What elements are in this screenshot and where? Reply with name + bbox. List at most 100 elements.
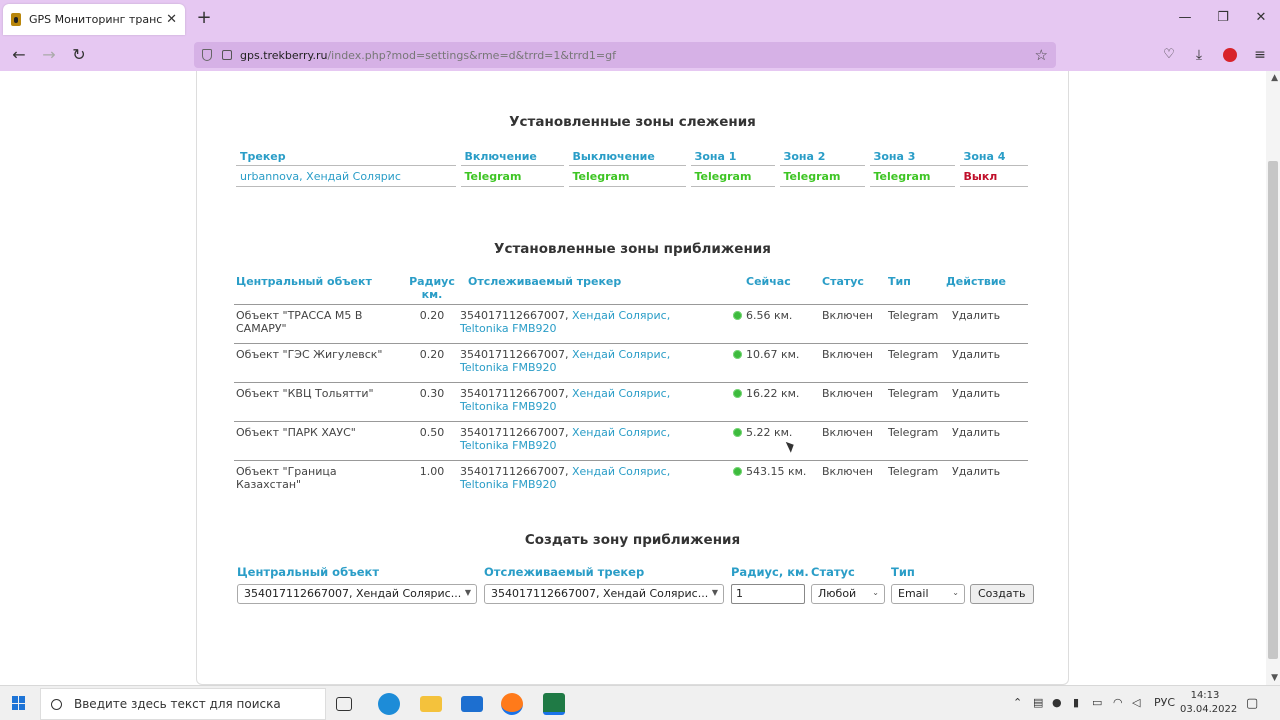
- table-header-row: Центральный объект Радиус км. Отслеживае…: [234, 273, 1028, 305]
- model-link[interactable]: Teltonika FMB920: [460, 439, 557, 452]
- now-cell: 6.56 км.: [744, 304, 820, 344]
- model-link[interactable]: Teltonika FMB920: [460, 361, 557, 374]
- zone4-link[interactable]: Выкл: [954, 165, 1028, 187]
- url-text[interactable]: gps.trekberry.ru/index.php?mod=settings&…: [240, 49, 1035, 62]
- col-zone3: Зона 3: [864, 147, 957, 166]
- car-link[interactable]: Хендай Солярис,: [572, 465, 670, 478]
- model-link[interactable]: Teltonika FMB920: [460, 400, 557, 413]
- proximity-zones-table: Центральный объект Радиус км. Отслеживае…: [234, 273, 1028, 500]
- tracker-label: Отслеживаемый трекер: [484, 565, 645, 579]
- menu-icon[interactable]: ≡: [1247, 42, 1273, 68]
- downloads-icon[interactable]: ⤓: [1186, 42, 1212, 68]
- battery-icon[interactable]: ▭: [1092, 696, 1102, 709]
- tracking-zones-title: Установленные зоны слежения: [509, 114, 756, 130]
- url-path: /index.php?mod=settings&rme=d&trrd=1&trr…: [327, 48, 616, 62]
- new-tab-button[interactable]: +: [194, 6, 214, 30]
- tracker-car-link[interactable]: Хендай Солярис: [306, 170, 401, 183]
- clock-time: 14:13: [1190, 690, 1220, 701]
- site-favicon-icon: [11, 13, 21, 26]
- search-icon: [51, 698, 62, 710]
- delete-link[interactable]: Удалить: [944, 421, 1028, 461]
- status-dot-icon: [733, 311, 742, 320]
- tracker-cell: 354017112667007, Хендай Солярис, Teltoni…: [458, 343, 744, 383]
- car-link[interactable]: Хендай Солярис,: [572, 309, 670, 322]
- page-scrollbar[interactable]: ▲ ▼: [1266, 71, 1280, 685]
- zone1-link[interactable]: Telegram: [685, 165, 777, 187]
- zone2-link[interactable]: Telegram: [774, 165, 867, 187]
- excel-icon[interactable]: [543, 693, 565, 715]
- shield-icon[interactable]: [202, 49, 212, 61]
- col-zone4: Зона 4: [954, 147, 1028, 166]
- firefox-icon[interactable]: [501, 693, 523, 715]
- radius-cell: 0.20: [406, 304, 458, 344]
- reload-icon[interactable]: ↻: [66, 42, 92, 68]
- car-link[interactable]: Хендай Солярис,: [572, 387, 670, 400]
- status-cell: Включен: [820, 382, 886, 422]
- browser-tab[interactable]: GPS Мониторинг транспорта ( ✕: [3, 4, 185, 35]
- taskbar-search[interactable]: Введите здесь текст для поиска: [40, 688, 326, 720]
- mail-icon[interactable]: [461, 696, 483, 712]
- tray-app-icon[interactable]: ▤: [1033, 696, 1043, 709]
- scroll-thumb[interactable]: [1268, 161, 1278, 659]
- tracker-cell: 354017112667007, Хендай Солярис, Teltoni…: [458, 421, 744, 461]
- file-explorer-icon[interactable]: [420, 696, 442, 712]
- zone-off-link[interactable]: Telegram: [563, 165, 688, 187]
- status-select[interactable]: Любой ⌄: [811, 584, 885, 604]
- type-cell: Telegram: [886, 343, 944, 383]
- create-button[interactable]: Создать: [970, 584, 1034, 604]
- tracker-select[interactable]: 354017112667007, Хендай Солярис... ▼: [484, 584, 724, 604]
- tracker-select-value: 354017112667007, Хендай Солярис...: [491, 587, 709, 600]
- radius-cell: 0.20: [406, 343, 458, 383]
- scroll-down-icon[interactable]: ▼: [1271, 673, 1278, 683]
- nav-bar: ← → ↻ gps.trekberry.ru/index.php?mod=set…: [0, 38, 1280, 71]
- close-window-button[interactable]: ✕: [1242, 0, 1280, 38]
- status-cell: Включен: [820, 421, 886, 461]
- table-row: Объект "ПАРК ХАУС" 0.50 354017112667007,…: [234, 421, 1028, 461]
- car-link[interactable]: Хендай Солярис,: [572, 348, 670, 361]
- car-link[interactable]: Хендай Солярис,: [572, 426, 670, 439]
- table-row: Объект "КВЦ Тольятти" 0.30 3540171126670…: [234, 382, 1028, 422]
- tracker-cell: 354017112667007, Хендай Солярис, Teltoni…: [458, 382, 744, 422]
- tray-dropbox-icon[interactable]: ●: [1052, 696, 1062, 709]
- delete-link[interactable]: Удалить: [944, 304, 1028, 344]
- wifi-icon[interactable]: ◠: [1113, 696, 1123, 709]
- address-bar[interactable]: gps.trekberry.ru/index.php?mod=settings&…: [194, 42, 1056, 68]
- tracker-cell: 354017112667007, Хендай Солярис, Teltoni…: [458, 304, 744, 344]
- bookmark-star-icon[interactable]: ☆: [1035, 46, 1048, 64]
- tracker-user-link[interactable]: urbannova: [240, 170, 299, 183]
- table-row: Объект "ГЭС Жигулевск" 0.20 354017112667…: [234, 343, 1028, 383]
- back-icon[interactable]: ←: [6, 42, 32, 68]
- status-select-value: Любой: [818, 587, 857, 600]
- edge-icon[interactable]: [378, 693, 400, 715]
- notifications-icon[interactable]: ▢: [1246, 696, 1258, 711]
- clock[interactable]: 14:13 03.04.2022: [1180, 689, 1237, 717]
- tray-chevron-icon[interactable]: ⌃: [1013, 696, 1022, 709]
- minimize-button[interactable]: —: [1166, 0, 1204, 38]
- delete-link[interactable]: Удалить: [944, 343, 1028, 383]
- zone-on-link[interactable]: Telegram: [455, 165, 566, 187]
- forward-icon[interactable]: →: [36, 42, 62, 68]
- microphone-icon[interactable]: ▮: [1073, 696, 1079, 709]
- adblock-icon[interactable]: [1217, 42, 1243, 68]
- pocket-icon[interactable]: ♡: [1156, 42, 1182, 68]
- tracking-zones-table: Трекер Включение Выключение Зона 1 Зона …: [236, 147, 1028, 187]
- windows-start-icon[interactable]: [12, 696, 26, 710]
- language-indicator[interactable]: РУС: [1154, 696, 1175, 709]
- scroll-up-icon[interactable]: ▲: [1271, 73, 1278, 83]
- radius-input[interactable]: 1: [731, 584, 805, 604]
- chevron-down-icon: ▼: [711, 588, 718, 597]
- zone3-link[interactable]: Telegram: [864, 165, 957, 187]
- task-view-icon[interactable]: [336, 697, 352, 711]
- object-select[interactable]: 354017112667007, Хендай Солярис... ▼: [237, 584, 477, 604]
- model-link[interactable]: Teltonika FMB920: [460, 322, 557, 335]
- model-link[interactable]: Teltonika FMB920: [460, 478, 557, 491]
- lock-icon[interactable]: [222, 50, 232, 60]
- page-viewport: Установленные зоны слежения Трекер Включ…: [0, 71, 1280, 685]
- tab-bar: GPS Мониторинг транспорта ( ✕ + — ❐ ✕: [0, 0, 1280, 38]
- type-select[interactable]: Email ⌄: [891, 584, 965, 604]
- delete-link[interactable]: Удалить: [944, 461, 1028, 500]
- volume-icon[interactable]: ◁: [1132, 696, 1140, 709]
- restore-button[interactable]: ❐: [1204, 0, 1242, 38]
- tab-close-icon[interactable]: ✕: [166, 12, 177, 27]
- delete-link[interactable]: Удалить: [944, 382, 1028, 422]
